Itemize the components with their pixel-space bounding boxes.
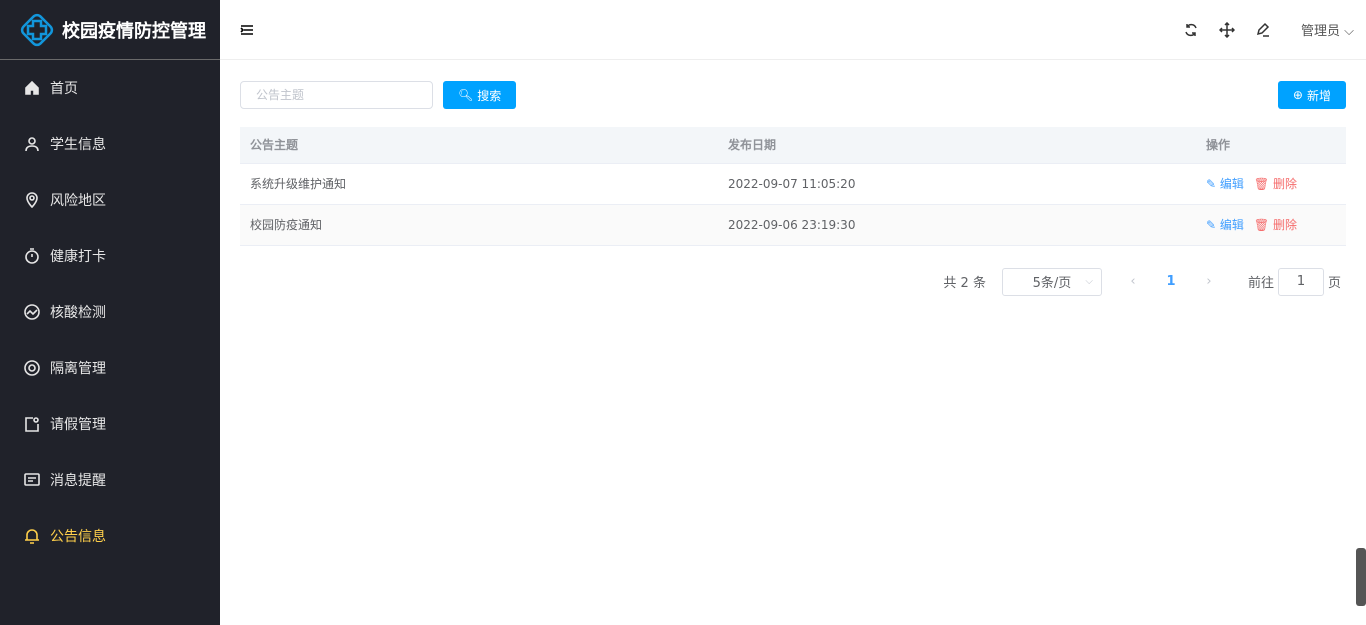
page-suffix: 页: [1327, 276, 1341, 291]
sidebar-item-label: 请假管理: [50, 417, 106, 433]
message-icon: [24, 473, 40, 486]
table-row: 系统升级维护通知 2022-09-07 11:05:20 ✎ 编辑 🗑︎ 删除: [240, 163, 1346, 205]
notice-title: 校园防疫通知: [240, 204, 718, 246]
sidebar-item-0[interactable]: 首页: [0, 60, 220, 116]
chart-icon: [24, 304, 40, 320]
sidebar-item-4[interactable]: 核酸检测: [0, 284, 220, 340]
notice-date: 2022-09-06 23:19:30: [718, 204, 1196, 246]
edit-button[interactable]: ✎ 编辑: [1206, 218, 1244, 232]
note-icon: [25, 417, 39, 432]
move-icon[interactable]: [1218, 21, 1235, 38]
goto-label: 前往: [1247, 276, 1274, 291]
table-row: 校园防疫通知 2022-09-06 23:19:30 ✎ 编辑 🗑︎ 删除: [240, 204, 1346, 246]
lifebuoy-icon: [24, 360, 40, 376]
column-header: 发布日期: [718, 127, 1196, 164]
pagination: 共 2 条 5条/页 ‹ 1 › 前往 页: [240, 267, 1346, 296]
total-count: 共 2 条: [943, 276, 986, 291]
chevron-down-icon: ⌵: [1340, 24, 1354, 39]
edit-icon: ✎: [1206, 218, 1220, 232]
logo: 校园疫情防控管理: [0, 0, 220, 60]
delete-button[interactable]: 🗑︎ 删除: [1254, 218, 1297, 232]
timer-icon: [25, 248, 39, 264]
edit-icon: ✎: [1206, 177, 1220, 191]
sidebar-item-3[interactable]: 健康打卡: [0, 228, 220, 284]
user-menu[interactable]: 管理员 ⌵: [1301, 20, 1354, 39]
sidebar-item-label: 学生信息: [50, 137, 106, 153]
sidebar-item-label: 消息提醒: [50, 473, 106, 489]
delete-button[interactable]: 🗑︎ 删除: [1254, 177, 1297, 191]
refresh-icon[interactable]: [1183, 22, 1199, 38]
trash-icon: 🗑︎: [1253, 218, 1273, 232]
location-icon: [26, 192, 38, 208]
notice-table: 公告主题 发布日期 操作 系统升级维护通知 2022-09-07 11:05:20…: [240, 127, 1346, 246]
goto-page-input[interactable]: [1277, 267, 1324, 296]
sidebar-item-6[interactable]: 请假管理: [0, 396, 220, 452]
sidebar: 校园疫情防控管理 首页学生信息风险地区健康打卡核酸检测隔离管理请假管理消息提醒公…: [0, 0, 220, 625]
sidebar-item-2[interactable]: 风险地区: [0, 172, 220, 228]
sidebar-item-5[interactable]: 隔离管理: [0, 340, 220, 396]
next-page-button[interactable]: ›: [1194, 274, 1224, 289]
sidebar-item-1[interactable]: 学生信息: [0, 116, 220, 172]
notice-date: 2022-09-07 11:05:20: [718, 163, 1196, 205]
prev-page-button[interactable]: ‹: [1118, 274, 1148, 289]
column-header: 公告主题: [240, 127, 718, 164]
notice-title: 系统升级维护通知: [240, 163, 718, 205]
edit-pen-icon[interactable]: [1255, 22, 1271, 38]
medical-cross-logo-icon: [20, 13, 54, 46]
page-number[interactable]: 1: [1156, 274, 1186, 289]
page-size-select[interactable]: 5条/页: [1001, 267, 1102, 296]
column-header: 操作: [1196, 127, 1346, 164]
user-icon: [25, 137, 39, 152]
sidebar-item-8[interactable]: 公告信息: [0, 508, 220, 564]
menu-fold-icon[interactable]: [240, 24, 254, 36]
edit-button[interactable]: ✎ 编辑: [1206, 177, 1244, 191]
sidebar-item-label: 风险地区: [50, 193, 106, 209]
bell-icon: [25, 529, 39, 544]
sidebar-item-label: 隔离管理: [50, 361, 106, 377]
home-icon: [25, 80, 39, 95]
trash-icon: 🗑︎: [1253, 177, 1273, 191]
scrollbar[interactable]: [1356, 548, 1366, 606]
search-input[interactable]: [240, 81, 433, 109]
plus-circle-icon: ⊕: [1292, 88, 1303, 102]
search-icon: 🔍︎: [458, 88, 474, 102]
sidebar-item-label: 首页: [50, 81, 78, 97]
sidebar-item-label: 健康打卡: [50, 249, 106, 265]
sidebar-item-label: 公告信息: [50, 529, 106, 545]
search-button[interactable]: 🔍︎ 搜索: [443, 81, 517, 109]
app-title: 校园疫情防控管理: [62, 20, 206, 42]
add-button[interactable]: ⊕ 新增: [1277, 81, 1346, 109]
header: 管理员 ⌵: [220, 0, 1366, 60]
sidebar-item-label: 核酸检测: [50, 305, 106, 321]
sidebar-item-7[interactable]: 消息提醒: [0, 452, 220, 508]
